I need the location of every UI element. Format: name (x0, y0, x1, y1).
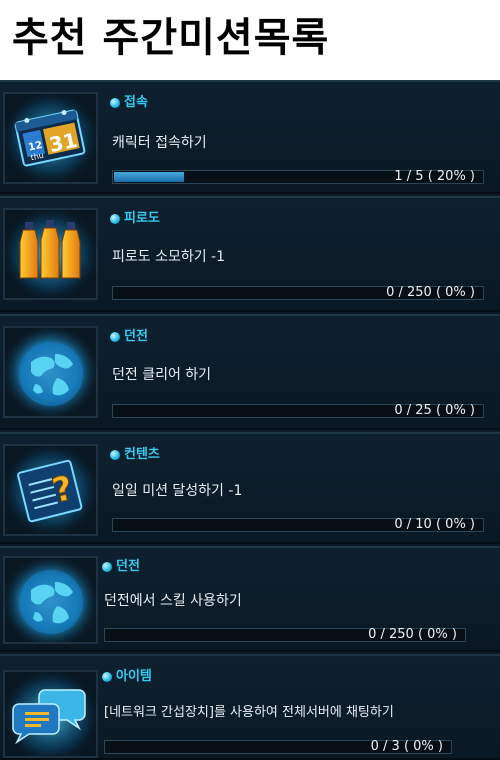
mission-item[interactable]: ? 컨텐츠 일일 미션 달성하기 -1 0 / 10 ( 0% ) (0, 432, 500, 544)
globe-icon (3, 326, 98, 418)
mission-description: 캐릭터 접속하기 (112, 135, 207, 151)
progress-text: 1 / 5 ( 20% ) (394, 169, 475, 184)
mission-item[interactable]: 던전 던전 클리어 하기 0 / 25 ( 0% ) (0, 314, 500, 430)
category-bullet-icon (110, 98, 120, 108)
mission-category: 아이템 (102, 668, 152, 686)
progress-text: 0 / 25 ( 0% ) (394, 403, 475, 418)
bottles-icon (3, 208, 98, 300)
mission-category: 피로도 (110, 210, 160, 228)
progress-bar: 0 / 250 ( 0% ) (112, 285, 484, 300)
progress-bar: 0 / 25 ( 0% ) (112, 403, 484, 418)
question-document-icon: ? (3, 444, 98, 536)
progress-text: 0 / 250 ( 0% ) (368, 627, 457, 642)
category-bullet-icon (102, 672, 112, 682)
progress-bar: 0 / 250 ( 0% ) (104, 627, 466, 642)
mission-category: 컨텐츠 (110, 446, 160, 464)
mission-description: [네트워크 간섭장치]를 사용하여 전체서버에 채팅하기 (104, 705, 394, 720)
globe-icon (3, 556, 98, 644)
mission-item[interactable]: 12 thu 31 접속 캐릭터 접속하기 1 / 5 ( 20% ) (0, 80, 500, 194)
mission-description: 일일 미션 달성하기 -1 (112, 483, 243, 499)
progress-fill (114, 172, 184, 182)
mission-item[interactable]: 던전 던전에서 스킬 사용하기 0 / 250 ( 0% ) (0, 546, 500, 652)
category-bullet-icon (110, 450, 120, 460)
category-bullet-icon (110, 332, 120, 342)
mission-item[interactable]: 피로도 피로도 소모하기 -1 0 / 250 ( 0% ) (0, 196, 500, 312)
mission-description: 피로도 소모하기 -1 (112, 249, 226, 265)
mission-description: 던전 클리어 하기 (112, 367, 212, 383)
mission-category: 던전 (110, 328, 148, 346)
mission-item[interactable]: 아이템 [네트워크 간섭장치]를 사용하여 전체서버에 채팅하기 0 / 3 (… (0, 654, 500, 760)
progress-bar: 1 / 5 ( 20% ) (112, 169, 484, 184)
chat-bubbles-icon (3, 670, 98, 758)
mission-category: 던전 (102, 558, 140, 576)
category-bullet-icon (110, 214, 120, 224)
calendar-icon: 12 thu 31 (3, 92, 98, 184)
progress-text: 0 / 3 ( 0% ) (370, 739, 443, 754)
progress-text: 0 / 250 ( 0% ) (386, 285, 475, 300)
category-bullet-icon (102, 562, 112, 572)
progress-text: 0 / 10 ( 0% ) (394, 517, 475, 532)
page-title: 추천 주간미션목록 (12, 15, 330, 61)
mission-category: 접속 (110, 94, 148, 112)
mission-description: 던전에서 스킬 사용하기 (104, 593, 242, 609)
progress-bar: 0 / 3 ( 0% ) (104, 739, 452, 754)
progress-bar: 0 / 10 ( 0% ) (112, 517, 484, 532)
